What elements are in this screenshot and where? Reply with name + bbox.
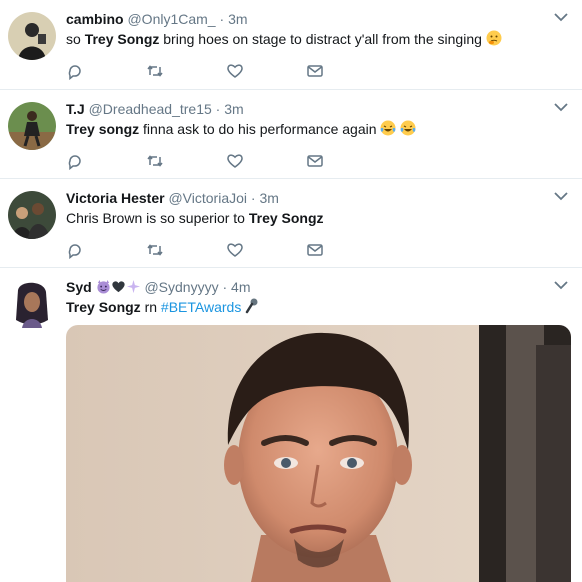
separator-dot: · [250,190,256,206]
author-name[interactable]: T.J [66,101,85,117]
tears-of-joy-emoji [380,120,416,137]
author-handle[interactable]: @Sydnyyyy [144,279,218,295]
tweet-text: Chris Brown is so superior to Trey Songz [66,209,324,227]
timestamp[interactable]: 3m [259,190,278,206]
text-segment: Chris Brown is so superior to [66,210,249,226]
tweet-header: Victoria Hester @VictoriaJoi · 3m [66,189,279,207]
highlighted-term: Trey Songz [84,31,160,47]
tweet-text: Trey Songz rn #BETAwards [66,298,259,316]
retweet-icon[interactable] [146,152,164,170]
tweet-actions [66,152,336,170]
retweet-icon[interactable] [146,62,164,80]
tweet-media-photo[interactable] [66,325,571,582]
avatar[interactable] [8,12,56,60]
author-handle[interactable]: @VictoriaJoi [168,190,247,206]
reply-icon[interactable] [66,62,84,80]
reply-icon[interactable] [66,241,84,259]
author-name[interactable]: Syd [66,279,92,295]
author-handle[interactable]: @Dreadhead_tre15 [89,101,212,117]
devil-heart-sparkles-emoji [92,279,141,295]
tweet-header: T.J @Dreadhead_tre15 · 3m [66,100,244,118]
author-name[interactable]: cambino [66,11,124,27]
tweet-header: cambino @Only1Cam_ · 3m [66,10,248,28]
avatar[interactable] [8,280,56,328]
envelope-icon[interactable] [306,62,324,80]
chevron-down-icon[interactable] [554,12,568,22]
heart-icon[interactable] [226,152,244,170]
separator-dot: · [219,11,225,27]
chevron-down-icon[interactable] [554,102,568,112]
text-segment: rn [140,299,161,315]
microphone-emoji [245,298,258,314]
text-segment: finna ask to do his performance again [139,121,377,137]
tweet-item[interactable]: Victoria Hester @VictoriaJoi · 3m Chris … [0,179,582,268]
timestamp[interactable]: 3m [228,11,247,27]
separator-dot: · [215,101,221,117]
text-segment: bring hoes on stage to distract y'all fr… [159,31,482,47]
tweet-text: so Trey Songz bring hoes on stage to dis… [66,30,502,48]
envelope-icon[interactable] [306,241,324,259]
tweet-item[interactable]: T.J @Dreadhead_tre15 · 3m Trey songz fin… [0,90,582,179]
thinking-face-emoji [486,30,502,46]
heart-icon[interactable] [226,62,244,80]
separator-dot: · [222,279,228,295]
highlighted-term: Trey songz [66,121,140,137]
text-segment: so [66,31,85,47]
highlighted-term: Trey Songz [248,210,324,226]
avatar[interactable] [8,102,56,150]
author-handle[interactable]: @Only1Cam_ [127,11,215,27]
tweet-actions [66,62,336,80]
hashtag-link[interactable]: #BETAwards [161,299,241,315]
chevron-down-icon[interactable] [554,191,568,201]
tweet-actions [66,241,336,259]
tweet-item[interactable]: Syd @Sydnyyyy · 4m Trey Songz rn #BETAwa… [0,268,582,582]
envelope-icon[interactable] [306,152,324,170]
avatar[interactable] [8,191,56,239]
tweet-item[interactable]: cambino @Only1Cam_ · 3m so Trey Songz br… [0,0,582,90]
timestamp[interactable]: 4m [231,279,250,295]
tweet-text: Trey songz finna ask to do his performan… [66,120,416,138]
chevron-down-icon[interactable] [554,280,568,290]
highlighted-term: Trey Songz [66,299,141,315]
timestamp[interactable]: 3m [224,101,243,117]
retweet-icon[interactable] [146,241,164,259]
tweet-header: Syd @Sydnyyyy · 4m [66,278,251,296]
reply-icon[interactable] [66,152,84,170]
author-name[interactable]: Victoria Hester [66,190,165,206]
heart-icon[interactable] [226,241,244,259]
